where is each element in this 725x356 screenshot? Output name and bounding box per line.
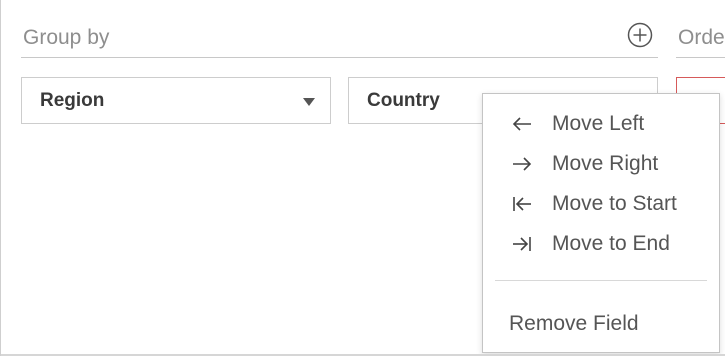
arrow-to-start-icon xyxy=(513,197,531,211)
menu-item-label: Move to End xyxy=(552,232,670,255)
menu-item-label: Move to Start xyxy=(552,192,677,215)
menu-item-label: Move Left xyxy=(552,112,645,135)
field-label: Region xyxy=(40,90,105,111)
order-by-title: Order xyxy=(678,26,725,49)
group-field-region[interactable]: Region xyxy=(21,77,331,124)
group-by-header: Group by xyxy=(21,22,658,58)
menu-item-label: Remove Field xyxy=(509,312,639,335)
menu-item-move-right[interactable]: Move Right xyxy=(483,148,719,182)
menu-item-move-left[interactable]: Move Left xyxy=(483,108,719,142)
arrow-right-icon xyxy=(513,157,532,171)
chevron-down-icon[interactable] xyxy=(303,98,315,106)
plus-circle-icon[interactable] xyxy=(627,22,653,48)
arrow-left-icon xyxy=(512,117,531,131)
menu-item-remove-field[interactable]: Remove Field xyxy=(483,308,719,342)
menu-item-move-to-end[interactable]: Move to End xyxy=(483,228,719,262)
menu-item-label: Move Right xyxy=(552,152,659,175)
menu-item-move-to-start[interactable]: Move to Start xyxy=(483,188,719,222)
group-by-title: Group by xyxy=(23,26,110,49)
arrow-to-end-icon xyxy=(513,237,531,251)
field-context-menu: Move Left Move Right Move to Start Move … xyxy=(482,93,720,353)
menu-divider xyxy=(495,280,707,281)
group-by-panel: Group by Order Region Country Move Left xyxy=(0,0,725,356)
order-by-header: Order xyxy=(676,26,725,58)
field-label: Country xyxy=(367,90,440,111)
